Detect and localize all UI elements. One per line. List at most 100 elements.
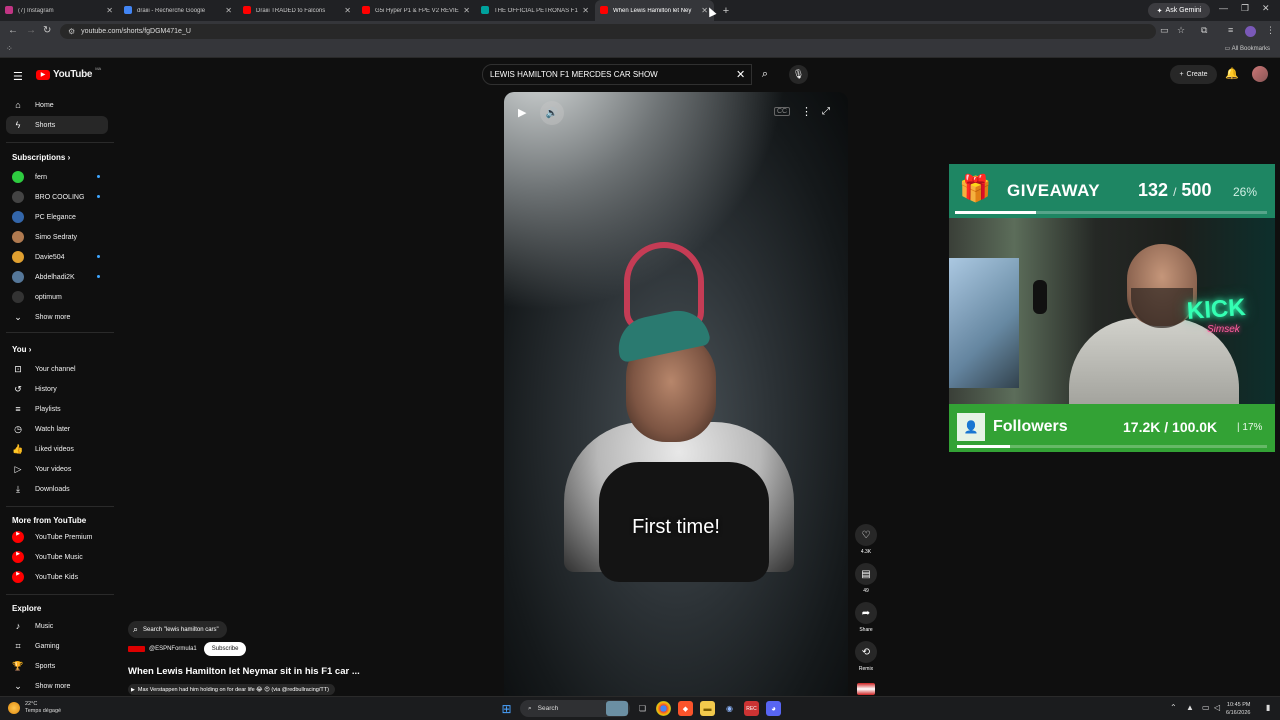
short-title[interactable]: When Lewis Hamilton let Neymar sit in hi… [128, 666, 360, 677]
sidebar-item-explore[interactable]: 🏆 Sports [6, 657, 108, 675]
tab-favicon-icon [124, 6, 132, 14]
sidebar-item-you[interactable]: ◷ Watch later [6, 420, 108, 438]
sidebar-item-you[interactable]: 👍 Liked videos [6, 440, 108, 458]
search-suggestion-chip[interactable]: ⌕ Search "lewis hamilton cars" [128, 621, 227, 638]
fullscreen-icon[interactable]: ⤢ [822, 106, 830, 117]
search-button[interactable]: ⌕ [752, 64, 778, 85]
tab-close-icon[interactable]: ✕ [106, 6, 113, 15]
bookmark-star-icon[interactable]: ☆ [1177, 25, 1185, 36]
notification-center-icon[interactable]: ▮ [1266, 703, 1270, 712]
sidebar-item-explore[interactable]: ♪ Music [6, 617, 108, 635]
sidebar-item-home[interactable]: ⌂ Home [6, 96, 108, 114]
sidebar-item-youtube-app[interactable]: ▶ YouTube Premium [6, 528, 108, 546]
app-icon[interactable]: REC [744, 701, 759, 716]
microphone-icon: 🎙 [792, 69, 805, 79]
subscription-item[interactable]: Simo Sedraty [6, 228, 108, 246]
you-header[interactable]: You › [12, 345, 31, 354]
show-more-button[interactable]: ⌄ Show more [6, 308, 108, 326]
sidebar-item-youtube-app[interactable]: ▶ YouTube Music [6, 548, 108, 566]
sidebar-item-explore[interactable]: ⌗ Gaming [6, 637, 108, 655]
cast-icon[interactable]: ▭ [1160, 25, 1169, 36]
subscription-item[interactable]: fern [6, 168, 108, 186]
music-chip[interactable]: ▶ Max Verstappen had him holding on for … [128, 684, 335, 695]
account-avatar[interactable] [1252, 66, 1268, 82]
subscribe-button[interactable]: Subscribe [203, 642, 247, 656]
sound-thumbnail[interactable] [857, 683, 875, 695]
address-bar[interactable]: ⚙ youtube.com/shorts/fgDGM471e_U [60, 24, 1156, 39]
brave-icon[interactable]: ◆ [678, 701, 693, 716]
close-window-icon[interactable]: ✕ [1262, 3, 1270, 14]
menu-list-icon[interactable]: ≡ [1228, 25, 1233, 35]
youtube-logo[interactable]: ▶ YouTube MA [36, 66, 101, 80]
task-view-icon[interactable]: ❏ [635, 701, 650, 716]
sidebar-item-you[interactable]: ▷ Your videos [6, 460, 108, 478]
channel-handle[interactable]: @ESPNFormula1 [149, 646, 197, 652]
minimize-icon[interactable]: — [1219, 3, 1228, 13]
all-bookmarks-button[interactable]: ▭ All Bookmarks [1225, 45, 1270, 52]
subscription-item[interactable]: BRO COOLING [6, 188, 108, 206]
file-explorer-icon[interactable]: ▬ [700, 701, 715, 716]
tab-close-icon[interactable]: ✕ [463, 6, 470, 15]
system-clock[interactable]: 10:45 PM 6/16/2026 [1226, 701, 1250, 717]
site-info-icon[interactable]: ⚙ [68, 27, 75, 36]
tab-close-icon[interactable]: ✕ [225, 6, 232, 15]
browser-tab[interactable]: When Lewis Hamilton let Ney ✕ [595, 0, 714, 21]
sidebar-item-you[interactable]: ⤓ Downloads [6, 480, 108, 498]
tray-chevron-icon[interactable]: ⌃ [1170, 703, 1177, 712]
maximize-icon[interactable]: ❐ [1241, 3, 1249, 14]
tab-close-icon[interactable]: ✕ [344, 6, 351, 15]
forward-icon[interactable]: → [26, 25, 36, 36]
browser-tab[interactable]: THE OFFICIAL PETRONAS F1 TEAM ✕ [476, 0, 595, 21]
back-icon[interactable]: ← [8, 25, 18, 36]
comments-button[interactable]: ▤ 49 [854, 563, 878, 594]
sidebar-item-you[interactable]: ≡ Playlists [6, 400, 108, 418]
hamburger-menu-icon[interactable]: ☰ [13, 70, 23, 83]
steam-icon[interactable]: ◉ [722, 701, 737, 716]
subscription-item[interactable]: PC Elegance [6, 208, 108, 226]
extensions-icon[interactable]: ⧉ [1201, 25, 1207, 36]
ask-gemini-button[interactable]: ✦ Ask Gemini [1148, 3, 1210, 18]
tab-close-icon[interactable]: ✕ [582, 6, 589, 15]
short-video-player[interactable]: ▶ 🔊 CC ⋮ ⤢ First time! [504, 92, 848, 696]
sidebar-item-shorts[interactable]: ϟ Shorts [6, 116, 108, 134]
chrome-icon[interactable] [656, 701, 671, 716]
create-button[interactable]: + Create [1170, 65, 1217, 84]
windows-start-icon[interactable]: ⊞ [499, 701, 514, 716]
sidebar-item-you[interactable]: ⊡ Your channel [6, 360, 108, 378]
search-input[interactable]: LEWIS HAMILTON F1 MERCDES CAR SHOW [482, 64, 752, 85]
weather-widget[interactable]: 22°C Temps dégagé [8, 701, 61, 715]
sidebar-item-youtube-app[interactable]: ▶ YouTube Kids [6, 568, 108, 586]
voice-search-button[interactable]: 🎙 [789, 65, 808, 84]
clear-search-icon[interactable]: ✕ [736, 68, 745, 81]
explore-show-more-button[interactable]: ⌄ Show more [6, 677, 108, 695]
discord-icon[interactable]: ◕ [766, 701, 781, 716]
remix-button[interactable]: ⟲ Remix [854, 641, 878, 672]
network-icon[interactable]: ▭ [1202, 703, 1210, 712]
play-icon[interactable]: ▶ [518, 106, 526, 119]
apps-grid-icon[interactable]: ⁘ [6, 44, 13, 53]
tray-app-icon[interactable]: ▲ [1186, 703, 1194, 712]
browser-tab[interactable]: draiii - Recherche Google ✕ [119, 0, 238, 21]
channel-logo[interactable] [128, 646, 145, 652]
browser-tab[interactable]: (7) Instagram ✕ [0, 0, 119, 21]
notifications-bell-icon[interactable]: 🔔 [1225, 67, 1239, 80]
kebab-menu-icon[interactable]: ⋮ [1266, 25, 1275, 36]
like-button[interactable]: ♡ 4.3K [854, 524, 878, 555]
subscription-item[interactable]: Abdelhadi2K [6, 268, 108, 286]
volume-button[interactable]: 🔊 [540, 101, 564, 125]
subscription-item[interactable]: Davie504 [6, 248, 108, 266]
browser-tab-strip: (7) Instagram ✕ draiii - Recherche Google ✕… [0, 0, 1280, 21]
captions-icon[interactable]: CC [774, 107, 791, 116]
profile-icon[interactable] [1245, 26, 1256, 37]
more-options-icon[interactable]: ⋮ [801, 105, 812, 118]
new-tab-button[interactable]: + [718, 3, 734, 19]
reload-icon[interactable]: ↻ [43, 25, 51, 36]
sidebar-item-you[interactable]: ↺ History [6, 380, 108, 398]
subscriptions-header[interactable]: Subscriptions › [12, 153, 70, 162]
search-highlight-icon[interactable] [606, 701, 628, 716]
subscription-item[interactable]: optimum [6, 288, 108, 306]
browser-tab[interactable]: G5i Hyper P1 & FPE V2 REVIEW ✕ [357, 0, 476, 21]
share-button[interactable]: ➦ Share [854, 602, 878, 633]
volume-tray-icon[interactable]: ◁ [1214, 703, 1220, 712]
browser-tab[interactable]: Draiii TRADED to Falcons ✕ [238, 0, 357, 21]
